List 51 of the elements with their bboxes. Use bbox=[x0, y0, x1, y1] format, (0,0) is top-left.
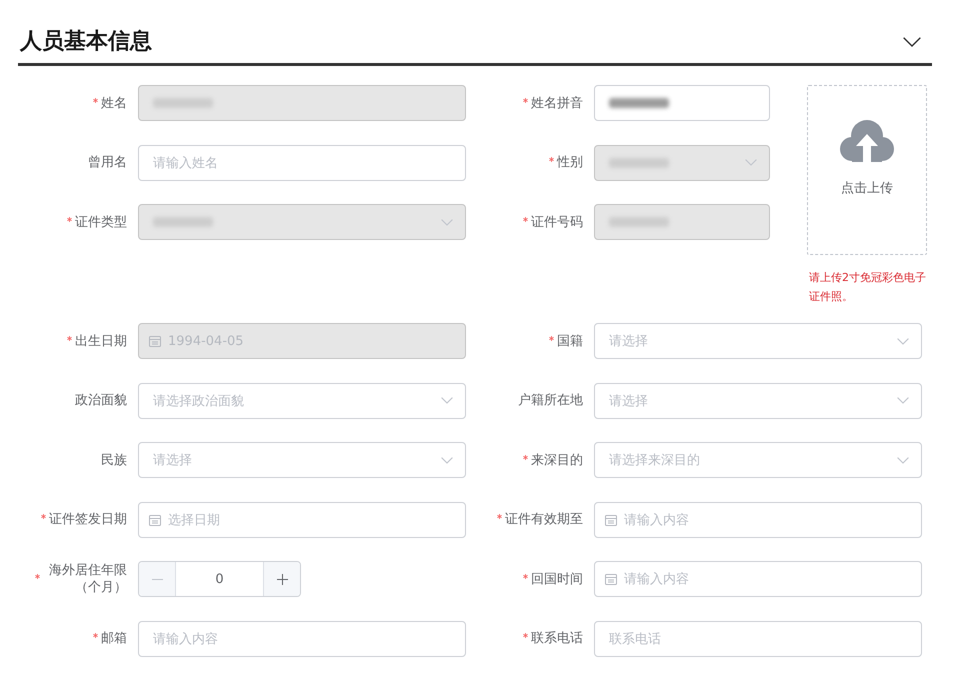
field-label: 联系电话 bbox=[531, 630, 583, 647]
select-field[interactable]: 请选择来深目的 bbox=[594, 442, 922, 478]
calendar-icon bbox=[149, 514, 161, 526]
field-label: 性别 bbox=[557, 154, 583, 171]
text-field[interactable] bbox=[594, 85, 770, 121]
number-input[interactable]: 0 bbox=[176, 562, 263, 596]
caret-down-icon bbox=[441, 218, 453, 226]
select-field[interactable]: 请选择 bbox=[594, 382, 922, 418]
field-label: 证件有效期至 bbox=[505, 511, 583, 528]
upload-hint: 请上传2寸免冠彩色电子证件照。 bbox=[809, 270, 927, 305]
minus-icon bbox=[152, 578, 162, 580]
field-label: 曾用名 bbox=[88, 154, 127, 171]
field-label: 姓名 bbox=[101, 94, 127, 112]
field-label: 来深目的 bbox=[531, 452, 583, 468]
calendar-icon bbox=[149, 335, 161, 347]
field-label: 证件号码 bbox=[531, 214, 583, 230]
select-field[interactable]: 请选择 bbox=[138, 442, 466, 478]
text-field[interactable]: 联系电话 bbox=[594, 620, 922, 656]
field-label: 户籍所在地 bbox=[518, 392, 583, 409]
cloud-upload-icon bbox=[840, 119, 894, 162]
caret-down-icon bbox=[441, 397, 453, 404]
plus-icon bbox=[276, 574, 288, 584]
field-label: 证件类型 bbox=[75, 214, 127, 230]
photo-upload-area[interactable]: 点击上传 bbox=[807, 85, 927, 255]
caret-down-icon bbox=[897, 456, 909, 464]
section-title: 人员基本信息 bbox=[20, 28, 152, 56]
field-label: 姓名拼音 bbox=[531, 94, 583, 112]
caret-down-icon bbox=[897, 397, 909, 404]
text-field[interactable]: 请输入姓名 bbox=[138, 144, 466, 180]
date-field[interactable]: 请输入内容 bbox=[594, 502, 922, 538]
field-label: 出生日期 bbox=[75, 332, 127, 350]
date-field[interactable]: 请输入内容 bbox=[594, 561, 922, 597]
select-field[interactable]: 请选择 bbox=[594, 323, 922, 359]
field-label: 证件签发日期 bbox=[49, 511, 127, 528]
field-label: 政治面貌 bbox=[75, 392, 127, 409]
field-label: 海外居住年限（个月） bbox=[48, 562, 127, 596]
caret-down-icon bbox=[897, 338, 909, 344]
caret-down-icon bbox=[745, 159, 757, 166]
field-label: 民族 bbox=[101, 452, 127, 468]
increment-button[interactable] bbox=[263, 562, 300, 596]
field-label: 回国时间 bbox=[531, 570, 583, 588]
date-field[interactable]: 选择日期 bbox=[138, 502, 466, 538]
caret-down-icon bbox=[441, 456, 453, 464]
field-label: 邮箱 bbox=[101, 630, 127, 647]
text-field[interactable]: 请输入内容 bbox=[138, 620, 466, 656]
select-field[interactable]: 请选择政治面貌 bbox=[138, 382, 466, 418]
calendar-icon bbox=[605, 514, 617, 526]
calendar-icon bbox=[605, 573, 617, 585]
chevron-down-icon[interactable] bbox=[903, 37, 921, 47]
number-stepper[interactable]: 0 bbox=[138, 561, 301, 597]
field-label: 国籍 bbox=[557, 332, 583, 350]
